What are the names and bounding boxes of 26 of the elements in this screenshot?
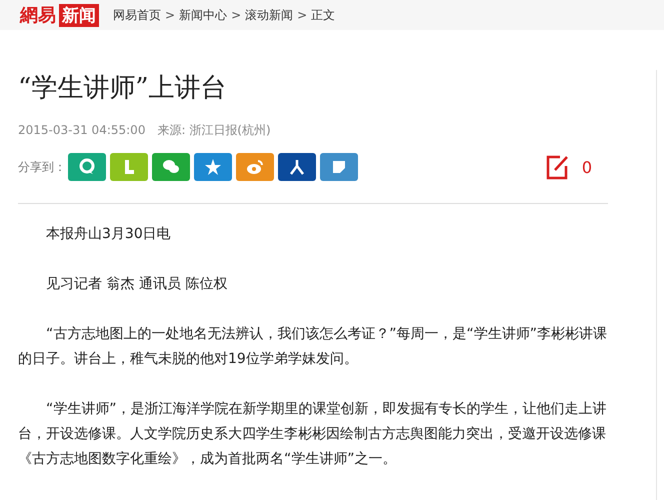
- article-paragraph: “古方志地图上的一处地名无法辨认，我们该怎么考证？”每周一，是“学生讲师”李彬彬讲课的日子。讲台上，稚气未脱的他对19位学弟学妹发问。: [18, 325, 608, 369]
- share-button[interactable]: [320, 153, 358, 181]
- article-source: 来源: 浙江日报(杭州): [157, 123, 271, 137]
- breadcrumb-link[interactable]: 正文: [311, 6, 336, 24]
- share-button[interactable]: [194, 153, 232, 181]
- chat-bubbles-icon: [162, 158, 180, 176]
- speech-bubble-icon: [78, 158, 96, 176]
- comment-count[interactable]: 0: [582, 158, 592, 176]
- article-paragraph: 见习记者 翁杰 通讯员 陈位权: [45, 275, 228, 294]
- share-button[interactable]: [278, 153, 316, 181]
- edit-comment-icon[interactable]: [546, 154, 570, 180]
- publish-date: 2015-03-31 04:55:00: [18, 123, 146, 137]
- note-icon: [330, 158, 348, 176]
- star-icon: [204, 158, 222, 176]
- article-paragraph: “学生讲师”，是浙江海洋学院在新学期里的课堂创新，即发掘有专长的学生，让他们走上讲台，开设选修课。人文学院历史系大四学生李彬彬因绘制古方志舆图能力突出，受邀开设选修课《古方志地图数字化重绘》，成为首批两名“学生讲师”之一。: [18, 400, 608, 469]
- figure-icon: [288, 158, 306, 176]
- breadcrumb-link[interactable]: 滚动新闻: [245, 6, 294, 24]
- share-label: 分享到：: [18, 158, 66, 176]
- article-paragraph: 本报舟山3月30日电: [45, 225, 172, 244]
- breadcrumb-separator: >: [297, 8, 308, 22]
- breadcrumb-separator: >: [231, 8, 242, 22]
- breadcrumb-link[interactable]: 网易首页: [113, 6, 161, 24]
- breadcrumb-link[interactable]: 新闻中心: [179, 6, 228, 24]
- article-title: “学生讲师”上讲台: [18, 72, 228, 105]
- site-logo[interactable]: 網易 新闻: [20, 3, 99, 27]
- breadcrumb-separator: >: [165, 8, 176, 22]
